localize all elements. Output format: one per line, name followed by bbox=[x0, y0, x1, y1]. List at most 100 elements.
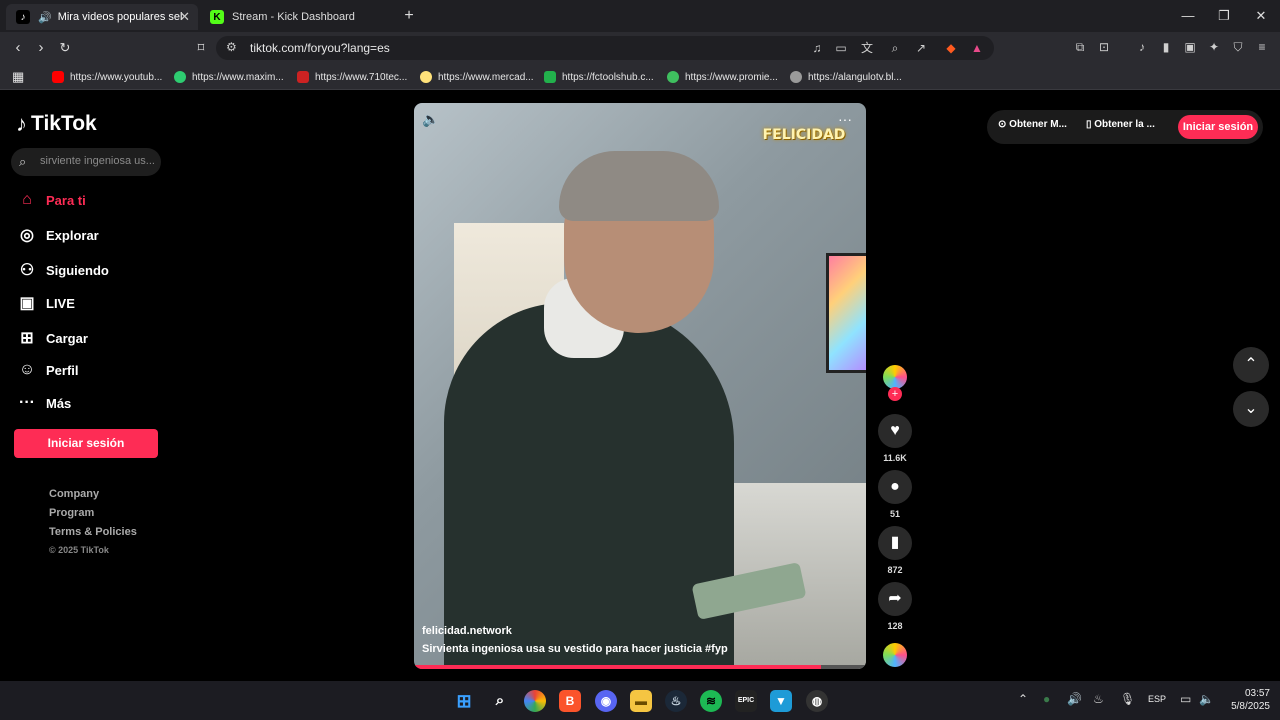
comment-button[interactable]: ● bbox=[878, 470, 912, 504]
bookmark-item[interactable]: https://www.mercad... bbox=[420, 69, 534, 85]
tray-expand-icon[interactable]: ⌃ bbox=[1018, 692, 1028, 706]
tab-title: Mira videos populares selecc bbox=[57, 11, 182, 23]
steam-tray-icon[interactable]: ♨ bbox=[1093, 692, 1104, 706]
next-video-button[interactable]: ⌄ bbox=[1233, 391, 1269, 427]
extensions-icon[interactable]: ⧉ bbox=[1071, 38, 1089, 56]
chrome-icon[interactable] bbox=[524, 690, 546, 712]
close-window-icon[interactable]: ✕ bbox=[1251, 6, 1271, 26]
video-progress-bar[interactable] bbox=[414, 665, 866, 669]
screenshot-icon[interactable]: ⊡ bbox=[1095, 38, 1113, 56]
apps-grid-icon[interactable]: ▦ bbox=[12, 69, 24, 85]
epic-games-icon[interactable]: EPIC bbox=[735, 690, 757, 712]
get-app-label: Obtener la ... bbox=[1094, 119, 1155, 130]
media-icon[interactable]: ♪ bbox=[1133, 38, 1151, 56]
tab-title: Stream - Kick Dashboard bbox=[232, 11, 355, 23]
footer-company[interactable]: Company bbox=[49, 488, 99, 500]
nav-mas[interactable]: ··· Más bbox=[16, 391, 71, 415]
translate-icon[interactable]: 文 bbox=[858, 39, 876, 57]
mute-toggle-icon[interactable]: 🔈 bbox=[422, 111, 439, 128]
tray-app-icon[interactable]: ● bbox=[1043, 692, 1050, 706]
cast-icon[interactable]: ▭ bbox=[832, 39, 850, 57]
video-more-icon[interactable]: ··· bbox=[838, 111, 852, 127]
music-disc-icon[interactable] bbox=[883, 643, 907, 667]
login-button-top[interactable]: Iniciar sesión bbox=[1178, 115, 1258, 139]
forward-icon[interactable]: › bbox=[31, 38, 51, 58]
reload-icon[interactable]: ↻ bbox=[55, 38, 75, 58]
steam-icon[interactable]: ♨ bbox=[665, 690, 687, 712]
brand-name: TikTok bbox=[31, 112, 97, 135]
nav-explorar[interactable]: ◎ Explorar bbox=[16, 223, 99, 247]
menu-icon[interactable]: ≡ bbox=[1253, 38, 1271, 56]
brave-shield-icon[interactable]: ◆ bbox=[942, 39, 960, 57]
vpn-app-icon[interactable]: ▼ bbox=[770, 690, 792, 712]
nav-perfil[interactable]: ☺ Perfil bbox=[16, 358, 79, 382]
upload-icon: ⊞ bbox=[20, 330, 34, 347]
input-language[interactable]: ESP bbox=[1148, 694, 1166, 704]
spotify-icon[interactable]: ≋ bbox=[700, 690, 722, 712]
address-bar[interactable]: ⚙ tiktok.com/foryou?lang=es ♫ ▭ 文 ⌕ ↗ ◆ … bbox=[216, 36, 994, 60]
follow-plus-icon[interactable]: + bbox=[888, 387, 902, 401]
video-author[interactable]: felicidad.network bbox=[422, 625, 512, 637]
obs-icon[interactable]: ◍ bbox=[806, 690, 828, 712]
brave-icon[interactable]: B bbox=[559, 690, 581, 712]
network-icon[interactable]: ▭ bbox=[1180, 692, 1191, 706]
save-button[interactable]: ▮ bbox=[878, 526, 912, 560]
share-arrow-icon: ➦ bbox=[888, 590, 902, 607]
share-button[interactable]: ➦ bbox=[878, 582, 912, 616]
bookmark-item[interactable]: https://www.promie... bbox=[667, 69, 778, 85]
creator-avatar[interactable] bbox=[883, 365, 907, 389]
bookmark-label: https://alangulotv.bl... bbox=[808, 71, 902, 83]
get-coins-link[interactable]: ⊙ Obtener M... bbox=[998, 119, 1067, 130]
nav-para-ti[interactable]: ⌂ Para ti bbox=[16, 188, 86, 212]
tiktok-logo[interactable]: ♪ TikTok bbox=[16, 111, 97, 137]
nav-siguiendo[interactable]: ⚇ Siguiendo bbox=[16, 258, 109, 282]
footer-terms[interactable]: Terms & Policies bbox=[49, 526, 137, 538]
tab-tiktok[interactable]: ♪ 🔊 Mira videos populares selecc ✕ bbox=[6, 4, 198, 30]
new-tab-button[interactable]: + bbox=[399, 6, 419, 26]
zoom-icon[interactable]: ⌕ bbox=[886, 39, 904, 57]
volume-tray-icon[interactable]: 🔊 bbox=[1067, 692, 1082, 706]
minimize-icon[interactable]: — bbox=[1178, 6, 1198, 26]
search-icon[interactable]: ⌕ bbox=[489, 690, 511, 712]
share-icon[interactable]: ↗ bbox=[912, 39, 930, 57]
restore-icon[interactable]: ❐ bbox=[1214, 6, 1234, 26]
bookmark-item[interactable]: https://www.710tec... bbox=[297, 69, 407, 85]
search-input[interactable]: ⌕ sirviente ingeniosa us... bbox=[11, 148, 161, 176]
video-scene-painting bbox=[826, 253, 866, 373]
tab-kick[interactable]: K Stream - Kick Dashboard bbox=[200, 4, 390, 30]
get-app-link[interactable]: ▯ Obtener la ... bbox=[1086, 119, 1155, 130]
no-music-icon[interactable]: ♫ bbox=[808, 39, 826, 57]
video-progress-fill bbox=[414, 665, 821, 669]
fctoolshub-icon bbox=[544, 71, 556, 83]
home-icon: ⌂ bbox=[22, 191, 32, 208]
discord-icon[interactable]: ◉ bbox=[595, 690, 617, 712]
browser-tab-bar: ♪ 🔊 Mira videos populares selecc ✕ K Str… bbox=[0, 0, 1280, 32]
site-settings-icon[interactable]: ⚙ bbox=[226, 40, 237, 54]
sidebar-icon[interactable]: ▮ bbox=[1157, 38, 1175, 56]
previous-video-button[interactable]: ⌃ bbox=[1233, 347, 1269, 383]
nav-cargar[interactable]: ⊞ Cargar bbox=[16, 326, 88, 350]
system-clock[interactable]: 03:57 5/8/2025 bbox=[1222, 687, 1270, 713]
bookmark-item[interactable]: https://fctoolshub.c... bbox=[544, 69, 654, 85]
file-explorer-icon[interactable]: ▬ bbox=[630, 690, 652, 712]
back-icon[interactable]: ‹ bbox=[8, 38, 28, 58]
speaker-tray-icon[interactable]: 🔈 bbox=[1199, 692, 1214, 706]
wallet-icon[interactable]: ▣ bbox=[1181, 38, 1199, 56]
windows-start-icon[interactable]: ⊞ bbox=[453, 690, 475, 712]
bookmark-item[interactable]: https://www.youtub... bbox=[52, 69, 162, 85]
vpn-icon[interactable]: ⛉ bbox=[1229, 38, 1247, 56]
close-tab-icon[interactable]: ✕ bbox=[179, 9, 190, 25]
bookmark-item[interactable]: https://www.maxim... bbox=[174, 69, 284, 85]
bookmark-label: https://www.mercad... bbox=[438, 71, 534, 83]
login-button-sidebar[interactable]: Iniciar sesión bbox=[14, 429, 158, 458]
bookmark-item[interactable]: https://alangulotv.bl... bbox=[790, 69, 902, 85]
video-player[interactable]: 🔈 FELICIDAD ··· felicidad.network Sirvie… bbox=[414, 103, 866, 669]
like-button[interactable]: ♥ bbox=[878, 414, 912, 448]
promiedos-icon bbox=[667, 71, 679, 83]
bookmark-icon[interactable]: ⌑ bbox=[191, 38, 211, 58]
footer-program[interactable]: Program bbox=[49, 507, 94, 519]
nav-live[interactable]: ▣ LIVE bbox=[16, 291, 74, 315]
brave-rewards-icon[interactable]: ▲ bbox=[968, 39, 986, 57]
mic-icon[interactable]: 🎙 bbox=[1120, 692, 1135, 706]
leo-ai-icon[interactable]: ✦ bbox=[1205, 38, 1223, 56]
